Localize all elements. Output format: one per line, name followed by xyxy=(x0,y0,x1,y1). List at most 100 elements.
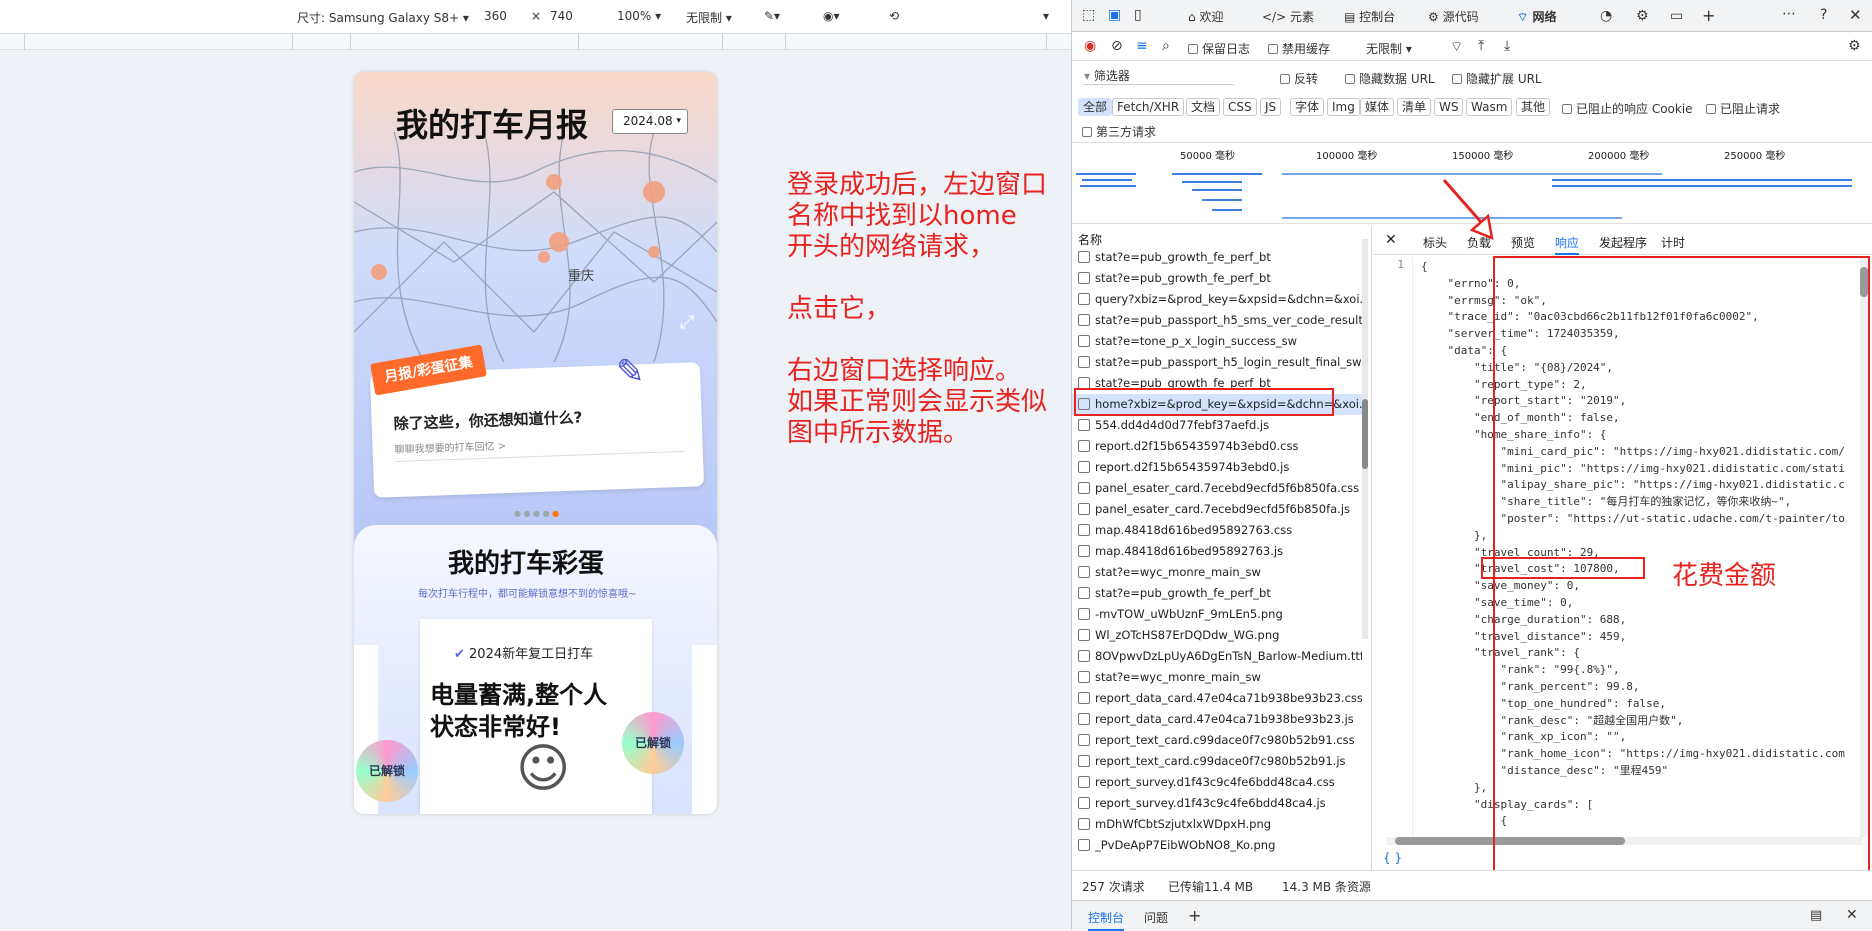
rotate-icon[interactable]: ⟲ xyxy=(889,9,899,23)
more-icon[interactable]: ▾ xyxy=(1043,9,1049,23)
tab-network[interactable]: ⌔ 网络 xyxy=(1517,8,1556,25)
request-row[interactable]: map.48418d616bed95892763.js xyxy=(1072,541,1362,562)
type-css[interactable]: CSS xyxy=(1223,98,1257,116)
filter-icon[interactable]: ≡ xyxy=(1136,38,1148,54)
width-input[interactable]: 360 xyxy=(484,9,507,23)
request-row[interactable]: stat?e=tone_p_x_login_success_sw xyxy=(1072,331,1362,352)
throttle-select[interactable]: 无限制 ▾ xyxy=(686,9,732,26)
vision-icon[interactable]: ◉▾ xyxy=(823,9,840,23)
height-input[interactable]: 740 xyxy=(550,9,573,23)
tab-timing[interactable]: 计时 xyxy=(1661,234,1685,251)
drawer-add-icon[interactable]: + xyxy=(1188,906,1201,925)
type-media[interactable]: 媒体 xyxy=(1360,98,1395,116)
dock-icon[interactable]: ▯ xyxy=(1134,7,1142,23)
request-row[interactable]: _PvDeApP7EibWObNO8_Ko.png xyxy=(1072,835,1362,856)
close-icon[interactable]: ✕ xyxy=(1849,6,1862,24)
request-row[interactable]: stat?e=wyc_monre_main_sw xyxy=(1072,667,1362,688)
carousel-dots[interactable]: ● ● ● ● ● xyxy=(514,509,559,518)
clear-icon[interactable]: ⊘ xyxy=(1111,38,1123,54)
hide-ext-url-checkbox[interactable]: 隐藏扩展 URL xyxy=(1452,70,1542,87)
device-toggle-icon[interactable]: ▣ xyxy=(1108,7,1121,23)
type-ws[interactable]: WS xyxy=(1434,98,1464,116)
picker-icon[interactable]: ✎▾ xyxy=(764,9,780,23)
name-column-header[interactable]: 名称 xyxy=(1078,231,1102,248)
tab-welcome[interactable]: ⌂ 欢迎 xyxy=(1188,8,1223,25)
expand-icon[interactable]: ⤢ xyxy=(680,312,694,333)
type-img[interactable]: Img xyxy=(1327,98,1360,116)
drawer-tab-console[interactable]: 控制台 xyxy=(1088,909,1125,931)
export-icon[interactable]: ⤓ xyxy=(1504,38,1510,54)
add-tab-icon[interactable]: + xyxy=(1702,6,1715,25)
type-manifest[interactable]: 清单 xyxy=(1397,98,1432,116)
request-row[interactable]: stat?e=pub_growth_fe_perf_bt xyxy=(1072,583,1362,604)
import-icon[interactable]: ⤒ xyxy=(1478,38,1484,54)
request-row[interactable]: query?xbiz=&prod_key=&xpsid=&dchn=&xoi..… xyxy=(1072,289,1362,310)
request-row[interactable]: report_data_card.47e04ca71b938be93b23.cs… xyxy=(1072,688,1362,709)
month-select[interactable]: 2024.08 ▾ xyxy=(612,109,688,134)
request-row[interactable]: report.d2f15b65435974b3ebd0.css xyxy=(1072,436,1362,457)
tab-elements[interactable]: </> 元素 xyxy=(1262,8,1314,25)
inspect-icon[interactable]: ⬚ xyxy=(1082,7,1095,23)
network-settings-icon[interactable]: ⚙ xyxy=(1848,38,1861,54)
type-other[interactable]: 其他 xyxy=(1516,98,1551,116)
request-row[interactable]: report_survey.d1f43c9c4fe6bdd48ca4.css xyxy=(1072,772,1362,793)
wifi-settings-icon[interactable]: ⌔ xyxy=(1450,38,1463,56)
request-row[interactable]: report_text_card.c99dace0f7c980b52b91.cs… xyxy=(1072,730,1362,751)
tab-response[interactable]: 响应 xyxy=(1555,234,1580,255)
filter-input[interactable]: ▾ 筛选器 xyxy=(1084,67,1234,85)
tab-console[interactable]: ▤ 控制台 xyxy=(1344,8,1395,25)
drawer-dock-icon[interactable]: ▤ xyxy=(1810,908,1822,923)
tab-payload[interactable]: 负载 xyxy=(1467,234,1491,251)
tab-initiator[interactable]: 发起程序 xyxy=(1599,234,1647,251)
request-row[interactable]: stat?e=pub_growth_fe_perf_bt xyxy=(1072,247,1362,268)
tab-preview[interactable]: 预览 xyxy=(1511,234,1535,251)
close-detail-icon[interactable]: ✕ xyxy=(1385,232,1397,248)
request-row[interactable]: panel_esater_card.7ecebd9ecfd5f6b850fa.j… xyxy=(1072,499,1362,520)
note-hint[interactable]: 聊聊我想要的打车回忆 > xyxy=(394,437,506,456)
hide-data-url-checkbox[interactable]: 隐藏数据 URL xyxy=(1345,70,1435,87)
type-fetch[interactable]: Fetch/XHR xyxy=(1112,98,1185,116)
type-all[interactable]: 全部 xyxy=(1078,98,1113,116)
list-scrollbar[interactable] xyxy=(1362,239,1368,639)
drawer-tab-issues[interactable]: 问题 xyxy=(1144,909,1168,926)
request-row[interactable]: stat?e=wyc_monre_main_sw xyxy=(1072,562,1362,583)
disable-cache-checkbox[interactable]: 禁用缓存 xyxy=(1268,40,1330,57)
zoom-select[interactable]: 100% ▾ xyxy=(617,9,661,23)
type-wasm[interactable]: Wasm xyxy=(1466,98,1513,116)
request-row[interactable]: report_data_card.47e04ca71b938be93b23.js xyxy=(1072,709,1362,730)
request-row[interactable]: map.48418d616bed95892763.css xyxy=(1072,520,1362,541)
request-row[interactable]: stat?e=pub_passport_h5_login_result_fina… xyxy=(1072,352,1362,373)
settings-tab-icon[interactable]: ⚙ xyxy=(1636,8,1649,24)
application-icon[interactable]: ▭ xyxy=(1670,8,1683,24)
request-row[interactable]: report.d2f15b65435974b3ebd0.js xyxy=(1072,457,1362,478)
request-row[interactable]: report_text_card.c99dace0f7c980b52b91.js xyxy=(1072,751,1362,772)
drawer-close-icon[interactable]: ✕ xyxy=(1846,907,1858,923)
blocked-cookie-checkbox[interactable]: 已阻止的响应 Cookie xyxy=(1562,100,1693,117)
type-js[interactable]: JS xyxy=(1260,98,1282,116)
request-row[interactable]: mDhWfCbtSzjutxlxWDpxH.png xyxy=(1072,814,1362,835)
request-row[interactable]: -mvTOW_uWbUznF_9mLEn5.png xyxy=(1072,604,1362,625)
request-row[interactable]: 554.dd4d4d0d77febf37aefd.js xyxy=(1072,415,1362,436)
egg-postcard[interactable]: ✔ 2024新年复工日打车 电量蓄满,整个人 状态非常好! ☺ xyxy=(420,619,652,814)
type-doc[interactable]: 文档 xyxy=(1186,98,1221,116)
throttle-select[interactable]: 无限制 ▾ xyxy=(1366,40,1412,57)
request-row[interactable]: stat?e=pub_passport_h5_sms_ver_code_resu… xyxy=(1072,310,1362,331)
type-font[interactable]: 字体 xyxy=(1290,98,1325,116)
more-options-icon[interactable]: ⋯ xyxy=(1782,6,1796,22)
request-row[interactable]: stat?e=pub_growth_fe_perf_bt xyxy=(1072,268,1362,289)
record-icon[interactable]: ◉ xyxy=(1084,38,1096,54)
device-select[interactable]: 尺寸: Samsung Galaxy S8+ ▾ xyxy=(297,9,469,26)
tab-sources[interactable]: ⚙ 源代码 xyxy=(1428,8,1479,25)
preserve-log-checkbox[interactable]: 保留日志 xyxy=(1188,40,1250,57)
request-row[interactable]: report_survey.d1f43c9c4fe6bdd48ca4.js xyxy=(1072,793,1362,814)
pretty-print-button[interactable]: { } xyxy=(1383,851,1402,865)
blocked-request-checkbox[interactable]: 已阻止请求 xyxy=(1706,100,1780,117)
help-icon[interactable]: ? xyxy=(1820,7,1827,23)
request-row[interactable]: panel_esater_card.7ecebd9ecfd5f6b850fa.c… xyxy=(1072,478,1362,499)
request-row[interactable]: Wl_zOTcHS87ErDQDdw_WG.png xyxy=(1072,625,1362,646)
search-icon[interactable]: ⌕ xyxy=(1162,38,1170,54)
tab-performance-icon[interactable]: ◔ xyxy=(1600,8,1612,24)
request-row[interactable]: 8OVpwvDzLpUyA6DgEnTsN_Barlow-Medium.ttf xyxy=(1072,646,1362,667)
tab-headers[interactable]: 标头 xyxy=(1423,234,1447,251)
third-party-checkbox[interactable]: 第三方请求 xyxy=(1082,123,1156,140)
